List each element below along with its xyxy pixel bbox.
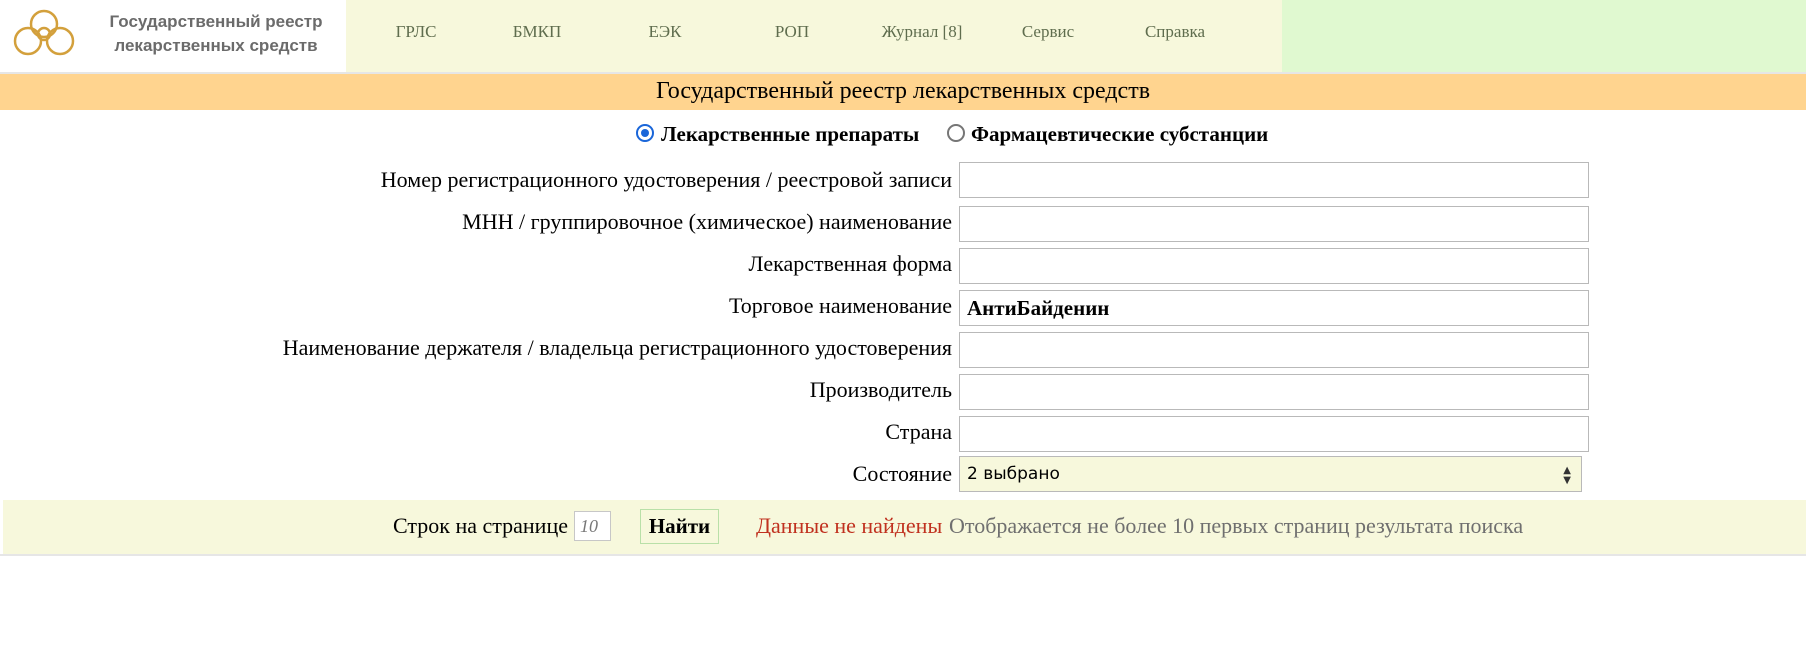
select-arrows-icon: ▲ ▼ [1563,465,1571,486]
reg-number-label: Номер регистрационного удостоверения / р… [380,167,952,192]
trade-name-input[interactable]: АнтиБайденин [959,290,1589,326]
nav-rop[interactable]: РОП [742,22,842,46]
nav-grls[interactable]: ГРЛС [366,22,466,46]
dosage-form-label: Лекарственная форма [748,251,952,276]
rows-per-page-label: Строк на странице [393,513,568,538]
state-select-value: 2 выбрано [967,464,1060,484]
brand-title-line1: Государственный реестр [109,12,323,31]
find-button[interactable]: Найти [640,509,719,544]
rows-per-page-input[interactable]: 10 [574,511,611,541]
nav-service[interactable]: Сервис [998,22,1098,46]
country-label: Страна [885,419,952,444]
nav-bmkp[interactable]: БМКП [487,22,587,46]
nav-journal[interactable]: Журнал [8] [862,22,982,46]
brand[interactable]: Государственный реестр лекарственных сре… [0,0,346,72]
manufacturer-label: Производитель [809,377,952,402]
holder-input[interactable] [959,332,1589,368]
inn-label: МНН / группировочное (химическое) наимен… [462,209,952,234]
reg-number-input[interactable] [959,162,1589,198]
page-title: Государственный реестр лекарственных сре… [0,74,1806,110]
state-label: Состояние [852,461,952,486]
radio-drugs-label[interactable]: Лекарственные препараты [661,120,919,148]
bottom-divider [0,554,1806,556]
nav-help[interactable]: Справка [1125,22,1225,46]
manufacturer-input[interactable] [959,374,1589,410]
nav-eek[interactable]: ЕЭК [615,22,715,46]
top-nav: ГРЛС БМКП ЕЭК РОП Журнал [8] Сервис Спра… [346,0,1282,72]
holder-label: Наименование держателя / владельца регис… [282,335,952,360]
country-input[interactable] [959,416,1589,452]
status-note: Отображается не более 10 первых страниц … [949,513,1524,538]
logo-icon [13,9,75,56]
radio-substances[interactable] [947,124,965,142]
trade-name-label: Торговое наименование [729,293,952,318]
status-not-found: Данные не найдены [756,513,943,538]
brand-title-line2: лекарственных средств [114,36,318,55]
inn-input[interactable] [959,206,1589,242]
radio-drugs[interactable] [636,124,654,142]
search-actions-bar: Строк на странице 10 Найти Данные не най… [3,500,1806,554]
header: Государственный реестр лекарственных сре… [0,0,1806,72]
radio-substances-label[interactable]: Фармацевтические субстанции [971,120,1268,148]
dosage-form-input[interactable] [959,248,1589,284]
search-type-group: Лекарственные препараты Фармацевтические… [0,120,1806,148]
header-right-panel [1282,0,1806,72]
brand-title: Государственный реестр лекарственных сре… [88,10,344,58]
state-select[interactable]: 2 выбрано ▲ ▼ [959,456,1582,492]
